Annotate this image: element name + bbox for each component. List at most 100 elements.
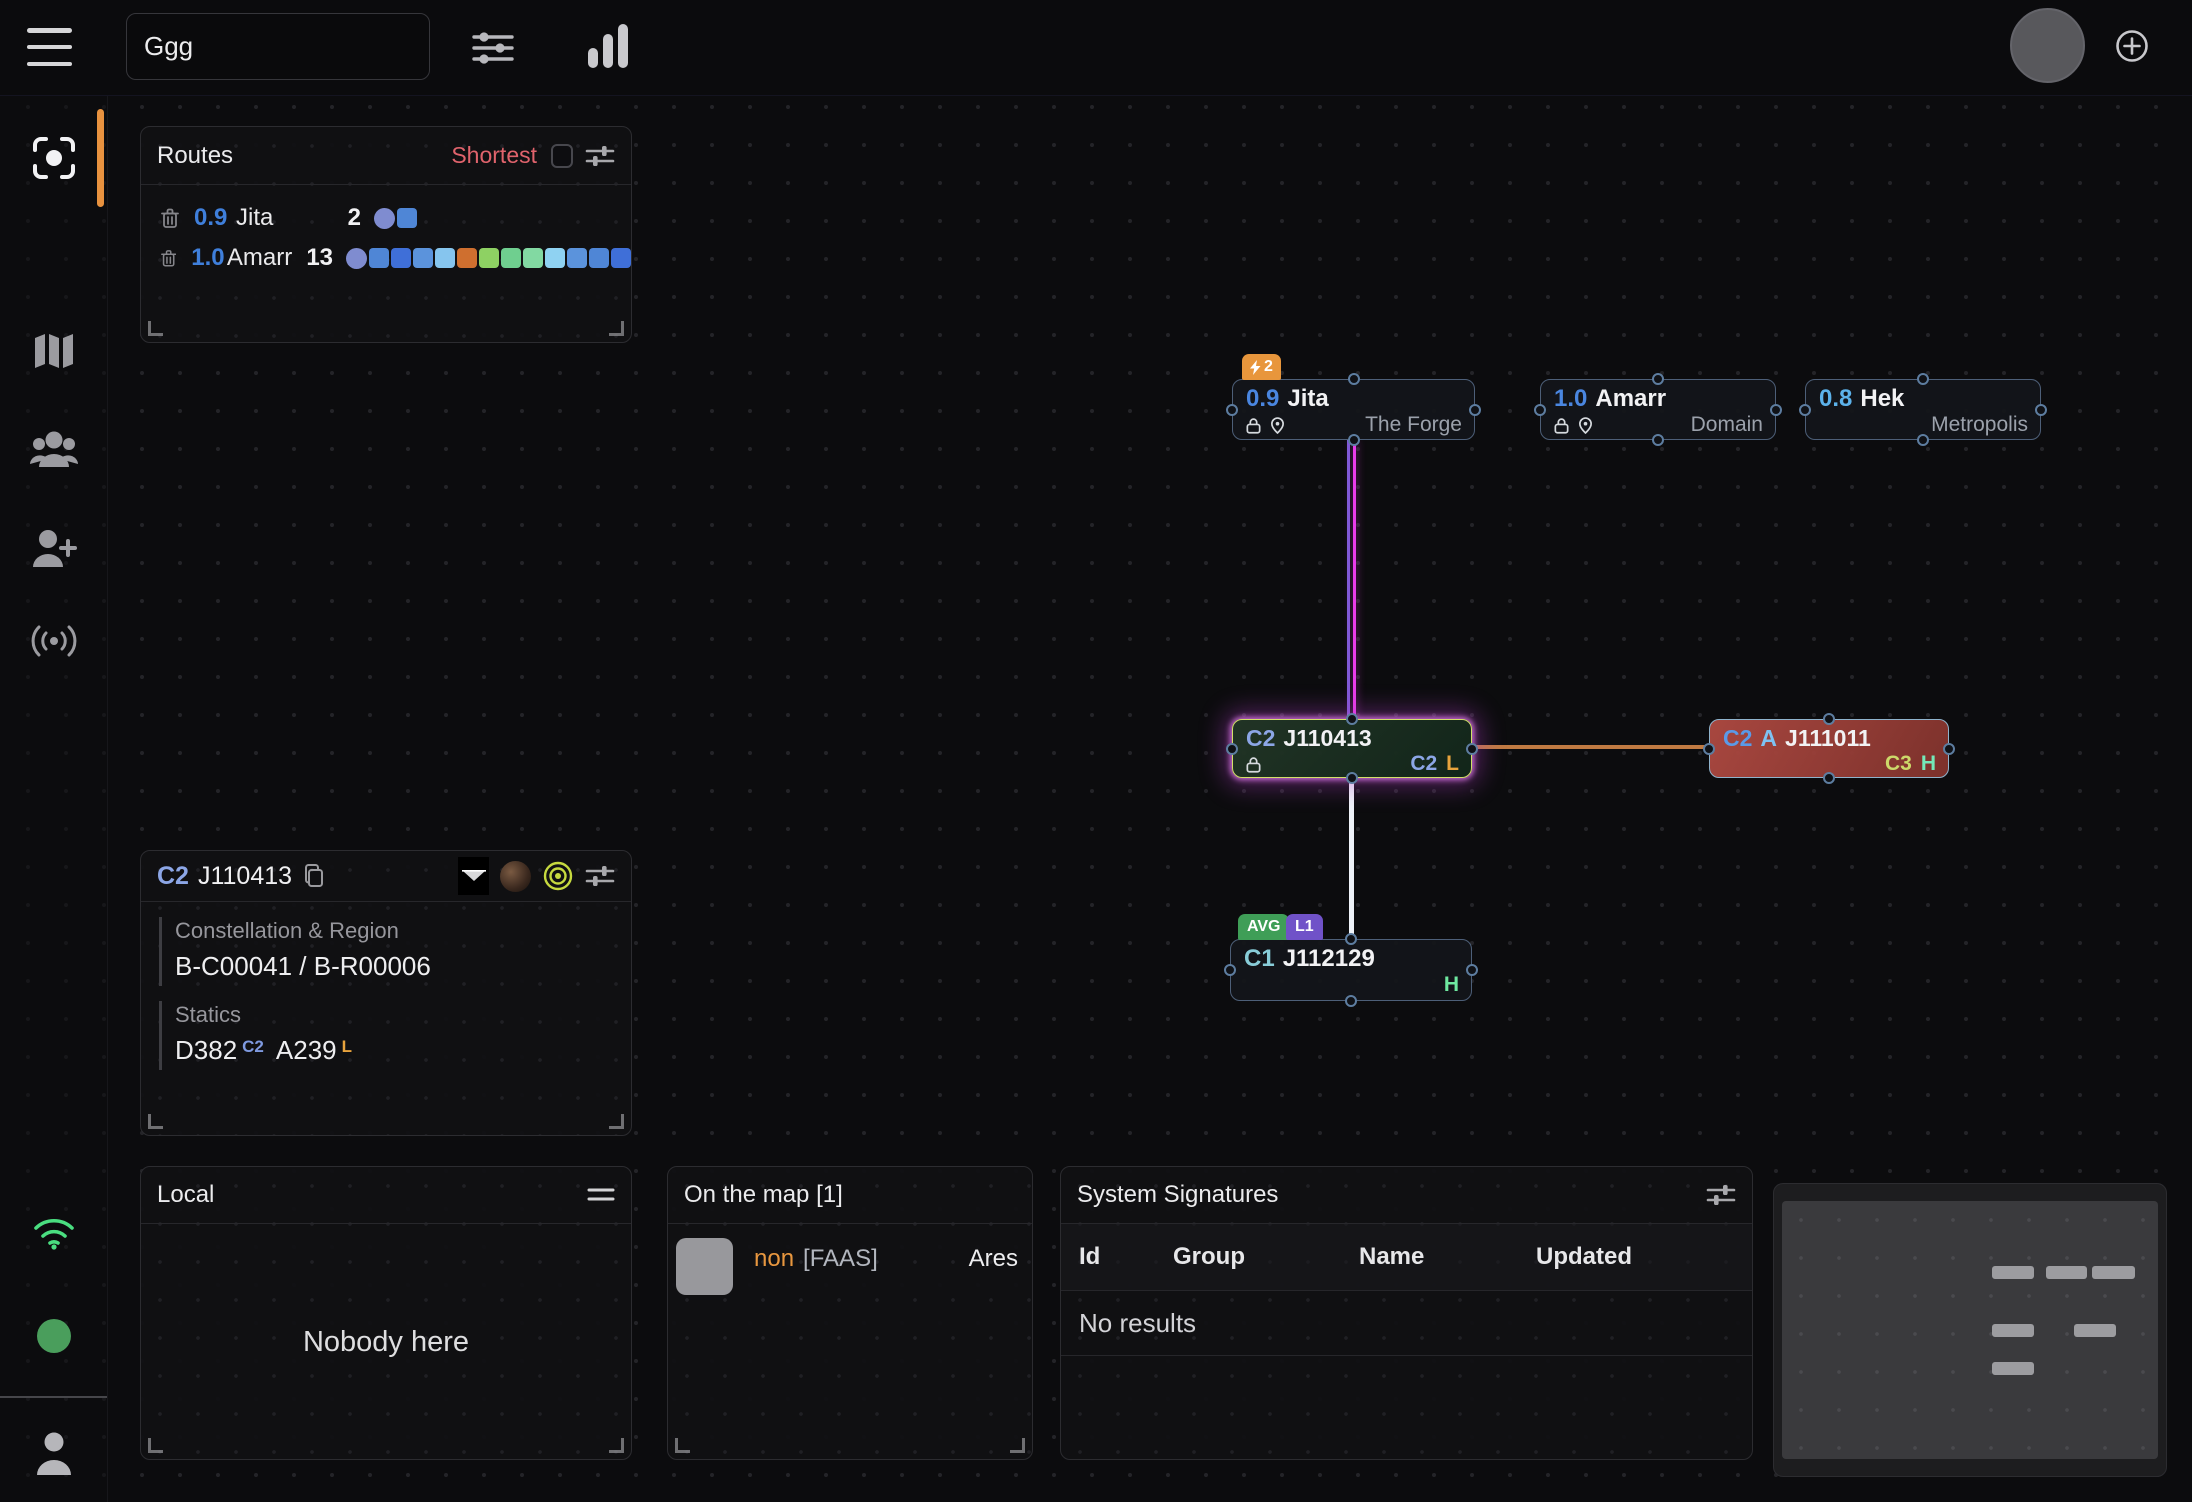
empty-state-text: Nobody here [303, 1326, 469, 1359]
static-sec: H [1921, 752, 1936, 776]
column-header-id[interactable]: Id [1079, 1243, 1173, 1271]
sliders-icon [471, 27, 515, 67]
minimap-viewport[interactable] [1782, 1201, 2158, 1459]
faction-logo[interactable] [458, 857, 489, 895]
map-node-j111011[interactable]: C2AJ111011 C3H [1709, 719, 1949, 778]
sidebar-item-add-character[interactable] [0, 527, 107, 569]
route-row[interactable]: 1.0 Amarr 13 [141, 238, 631, 278]
effect-target-icon[interactable] [542, 860, 574, 892]
node-handle[interactable] [1466, 964, 1478, 976]
resize-handle[interactable] [609, 321, 624, 336]
add-button[interactable] [2114, 28, 2150, 64]
route-hops [346, 248, 631, 269]
node-handle[interactable] [1703, 743, 1715, 755]
route-settings-icon[interactable] [585, 143, 615, 169]
node-handle[interactable] [1652, 373, 1664, 385]
pilot-row[interactable]: non [FAAS] Ares [668, 1224, 1032, 1295]
map-settings-button[interactable] [470, 26, 516, 68]
focus-icon [31, 135, 77, 181]
route-hop-square [589, 248, 609, 268]
people-icon [30, 429, 78, 469]
node-handle[interactable] [1348, 373, 1360, 385]
system-name: Jita [1287, 385, 1328, 412]
user-avatar[interactable] [2010, 8, 2085, 83]
node-handle[interactable] [1348, 434, 1360, 446]
system-settings-icon[interactable] [585, 863, 615, 889]
map-node-jita[interactable]: 2 0.9Jita The Forge [1232, 379, 1475, 440]
statics-group: Statics D382C2A239L [159, 1001, 613, 1070]
node-handle[interactable] [1943, 743, 1955, 755]
map-icon [32, 331, 76, 371]
route-jump-count: 2 [321, 204, 361, 232]
static-code: D382 [175, 1035, 237, 1065]
resize-handle[interactable] [148, 321, 163, 336]
constellation-region-value: B-C00041 / B-R00006 [175, 951, 613, 982]
sidebar-item-profile[interactable] [0, 1431, 107, 1475]
wifi-icon [32, 1216, 76, 1250]
resize-handle[interactable] [609, 1114, 624, 1129]
node-handle[interactable] [1534, 404, 1546, 416]
person-add-icon [31, 527, 77, 569]
sidebar-item-tracking[interactable] [0, 623, 107, 659]
security-status: 0.9 [1246, 385, 1279, 412]
person-icon [34, 1431, 74, 1475]
signatures-settings-icon[interactable] [1706, 1182, 1736, 1208]
resize-handle[interactable] [609, 1438, 624, 1453]
map-node-j112129[interactable]: AVG L1 C1J112129 H [1230, 939, 1472, 1001]
constellation-region-group: Constellation & Region B-C00041 / B-R000… [159, 917, 613, 986]
connection-status-icon [0, 1216, 107, 1250]
connection-j110413-j112129[interactable] [1349, 778, 1354, 939]
route-row[interactable]: 0.9 Jita 2 [141, 198, 631, 238]
node-handle[interactable] [2035, 404, 2047, 416]
avg-badge: AVG [1238, 914, 1289, 940]
node-handle[interactable] [1917, 373, 1929, 385]
node-handle[interactable] [1469, 404, 1481, 416]
local-menu-icon[interactable] [587, 1186, 615, 1204]
minimap-node-bar [2074, 1324, 2116, 1337]
sidebar-item-follow[interactable] [0, 135, 107, 181]
node-handle[interactable] [1652, 434, 1664, 446]
route-hop-square [479, 248, 499, 268]
sidebar-divider [0, 1396, 107, 1398]
activity-stats-button[interactable] [585, 20, 633, 72]
resize-handle[interactable] [148, 1438, 163, 1453]
node-handle[interactable] [1224, 964, 1236, 976]
system-name: J110413 [198, 862, 292, 891]
column-header-name[interactable]: Name [1359, 1243, 1536, 1271]
column-header-group[interactable]: Group [1173, 1243, 1359, 1271]
delete-route-icon[interactable] [161, 208, 179, 229]
map-node-hek[interactable]: 0.8Hek Metropolis [1805, 379, 2041, 440]
node-handle[interactable] [1226, 743, 1238, 755]
system-name: J112129 [1283, 945, 1375, 972]
copy-icon[interactable] [302, 863, 326, 889]
node-handle[interactable] [1345, 995, 1357, 1007]
sidebar-item-maps[interactable] [0, 331, 107, 371]
map-node-amarr[interactable]: 1.0Amarr Domain [1540, 379, 1776, 440]
node-handle[interactable] [1823, 713, 1835, 725]
menu-icon[interactable] [27, 28, 72, 66]
resize-handle[interactable] [148, 1114, 163, 1129]
map-selector[interactable]: Ggg [126, 13, 430, 80]
column-header-updated[interactable]: Updated [1536, 1243, 1632, 1271]
node-handle[interactable] [1466, 743, 1478, 755]
node-handle[interactable] [1346, 772, 1358, 784]
planet-thumbnail[interactable] [500, 861, 531, 892]
node-handle[interactable] [1345, 933, 1357, 945]
connection-jita-j110413[interactable] [1353, 440, 1356, 720]
map-node-j110413[interactable]: C2J110413 C2L [1232, 719, 1472, 778]
node-handle[interactable] [1770, 404, 1782, 416]
node-handle[interactable] [1346, 713, 1358, 725]
pilot-portrait [676, 1238, 733, 1295]
shortest-checkbox[interactable] [551, 144, 573, 168]
delete-route-icon[interactable] [161, 248, 176, 269]
node-handle[interactable] [1917, 434, 1929, 446]
sidebar-item-characters[interactable] [0, 429, 107, 469]
minimap-panel[interactable] [1773, 1183, 2167, 1477]
node-handle[interactable] [1226, 404, 1238, 416]
connection-j110413-j111011[interactable] [1472, 745, 1709, 749]
resize-handle[interactable] [675, 1438, 690, 1453]
node-handle[interactable] [1823, 772, 1835, 784]
node-handle[interactable] [1799, 404, 1811, 416]
resize-handle[interactable] [1010, 1438, 1025, 1453]
connection-jita-j110413-outer[interactable] [1347, 440, 1350, 720]
